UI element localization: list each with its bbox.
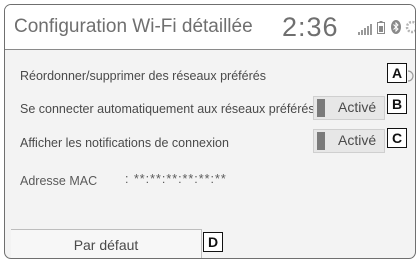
toggle-indicator bbox=[317, 132, 325, 150]
mac-address-value: : **:**:**:**:**:** bbox=[125, 172, 227, 186]
list-item-label: Afficher les notifications de connexion bbox=[20, 136, 229, 150]
screen-frame: Configuration Wi-Fi détaillée 2:36 Réord… bbox=[4, 4, 416, 259]
callout-marker: A bbox=[387, 63, 407, 83]
callout-marker: D bbox=[203, 232, 223, 252]
toggle-label: Activé bbox=[338, 132, 377, 148]
header-bar: Configuration Wi-Fi détaillée 2:36 bbox=[5, 5, 415, 50]
list-item-reorder-networks[interactable]: Réordonner/supprimer des réseaux préféré… bbox=[5, 60, 415, 93]
battery-icon bbox=[377, 21, 385, 39]
settings-gear-icon bbox=[405, 20, 415, 39]
connection-notifications-toggle[interactable]: Activé bbox=[313, 129, 385, 153]
mac-address-label: Adresse MAC bbox=[20, 174, 98, 188]
list-item-auto-connect[interactable]: Se connecter automatiquement aux réseaux… bbox=[5, 92, 415, 126]
page-title: Configuration Wi-Fi détaillée bbox=[14, 16, 253, 37]
bluetooth-icon bbox=[391, 20, 401, 39]
signal-bars-icon bbox=[358, 22, 372, 40]
callout-marker: C bbox=[387, 128, 407, 148]
list-item-label: Réordonner/supprimer des réseaux préféré… bbox=[20, 69, 266, 83]
list-item-label: Se connecter automatiquement aux réseaux… bbox=[20, 102, 315, 116]
auto-connect-toggle[interactable]: Activé bbox=[313, 96, 385, 120]
clock: 2:36 bbox=[282, 12, 339, 42]
toggle-label: Activé bbox=[338, 99, 377, 115]
callout-marker: B bbox=[387, 94, 407, 114]
scroll-indicator-icon bbox=[407, 69, 415, 87]
reset-default-button[interactable]: Par défaut bbox=[11, 229, 202, 258]
list-item-connection-notifications[interactable]: Afficher les notifications de connexion … bbox=[5, 125, 415, 158]
toggle-indicator bbox=[317, 99, 325, 117]
